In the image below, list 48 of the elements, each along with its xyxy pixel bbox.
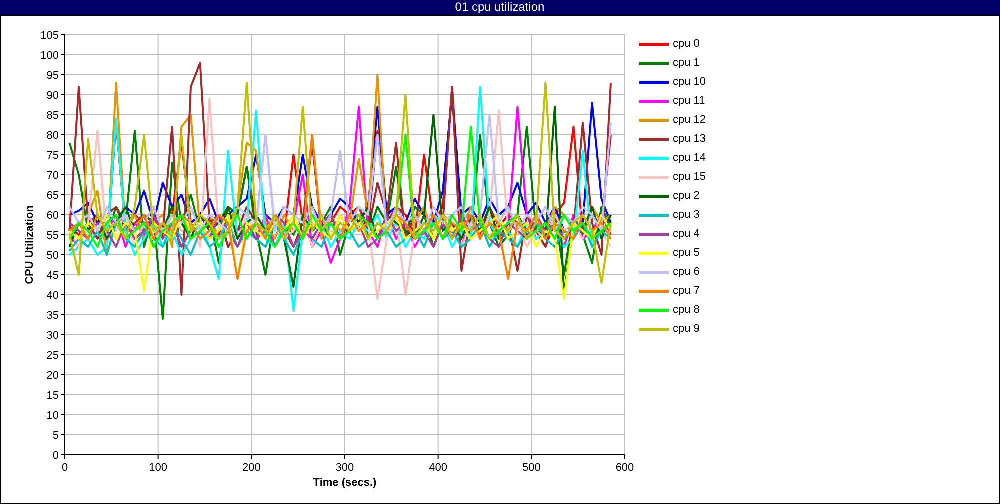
axis-tick-label: 25 — [46, 350, 59, 362]
axis-tick-label: 500 — [522, 462, 541, 474]
axis-tick-label: 60 — [46, 210, 59, 222]
axis-tick-label: 100 — [149, 462, 168, 474]
axis-tick-label: 100 — [40, 50, 59, 62]
axis-tick-label: 5 — [52, 430, 59, 442]
axis-tick-label: 15 — [46, 390, 59, 402]
axis-tick-label: 40 — [46, 290, 59, 302]
axis-tick-label: 85 — [46, 110, 59, 122]
axis-tick-label: 80 — [46, 130, 59, 142]
legend-label: cpu 8 — [673, 303, 700, 318]
legend-label: cpu 11 — [673, 94, 706, 110]
legend-label: cpu 0 — [673, 37, 700, 52]
legend-label: cpu 7 — [673, 284, 700, 300]
axis-tick-label: 65 — [46, 190, 59, 202]
window-title: 01 cpu utilization — [455, 0, 545, 15]
legend-label: cpu 2 — [673, 189, 700, 204]
legend-label: cpu 12 — [673, 113, 706, 128]
legend-label: cpu 1 — [673, 56, 700, 72]
axis-tick-label: 200 — [242, 462, 261, 474]
axis-tick-label: 105 — [40, 30, 59, 42]
legend-label: cpu 9 — [673, 322, 700, 338]
axis-tick-label: 70 — [46, 170, 59, 182]
legend-label: cpu 13 — [673, 132, 706, 148]
axis-tick-label: 20 — [46, 370, 59, 382]
axis-tick-label: 0 — [52, 450, 59, 462]
legend-label: cpu 3 — [673, 208, 700, 224]
axis-tick-label: 300 — [336, 462, 354, 474]
axis-tick-label: 45 — [46, 270, 59, 282]
axis-tick-label: 30 — [46, 330, 59, 342]
axis-tick-label: 90 — [46, 90, 59, 102]
legend-label: cpu 10 — [673, 75, 706, 90]
x-axis-title: Time (secs.) — [313, 477, 377, 489]
axis-tick-label: 10 — [46, 410, 59, 422]
legend-label: cpu 15 — [673, 170, 706, 186]
axis-tick-label: 35 — [46, 310, 59, 322]
axis-tick-label: 400 — [429, 462, 448, 474]
legend-label: cpu 6 — [673, 265, 700, 280]
axis-tick-label: 75 — [46, 150, 59, 162]
legend-label: cpu 14 — [673, 151, 706, 166]
axis-tick-label: 95 — [46, 70, 59, 82]
axis-tick-label: 0 — [62, 462, 68, 474]
axis-tick-label: 55 — [46, 230, 59, 242]
legend-label: cpu 5 — [673, 246, 700, 262]
y-axis-title: CPU Utilization — [24, 206, 36, 284]
legend-label: cpu 4 — [673, 227, 700, 242]
axis-tick-label: 50 — [46, 250, 59, 262]
axis-tick-label: 600 — [616, 462, 634, 474]
